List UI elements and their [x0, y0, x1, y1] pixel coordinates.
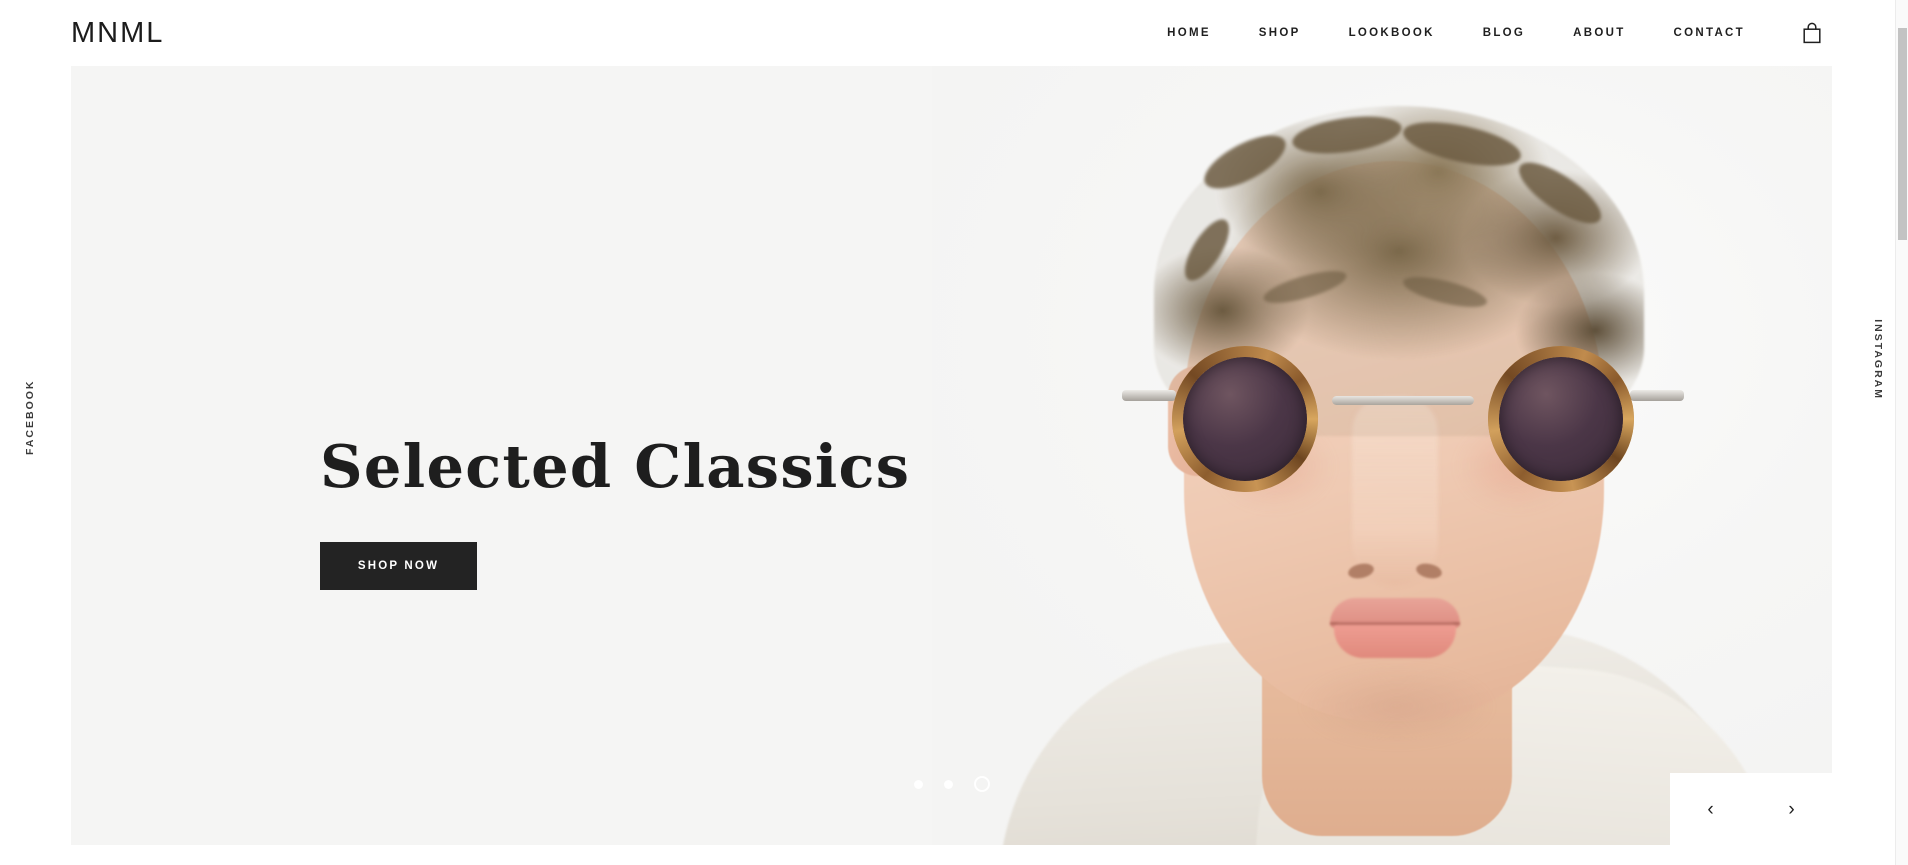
page-root: MNML HOME SHOP LOOKBOOK BLOG ABOUT CONTA…	[0, 0, 1908, 865]
nav-item-contact[interactable]: CONTACT	[1650, 0, 1769, 66]
temple-left	[1122, 390, 1176, 401]
main-navigation: HOME SHOP LOOKBOOK BLOG ABOUT CONTACT	[1143, 0, 1769, 66]
chevron-right-icon: ›	[1788, 798, 1795, 820]
hero-content: Selected Classics SHOP NOW	[320, 432, 911, 590]
chin-shade	[1302, 666, 1492, 746]
shopping-bag-icon	[1802, 22, 1822, 44]
nav-item-lookbook[interactable]: LOOKBOOK	[1325, 0, 1459, 66]
social-link-instagram[interactable]: INSTAGRAM	[1872, 319, 1884, 400]
shop-now-button[interactable]: SHOP NOW	[320, 541, 477, 590]
lens-right	[1488, 346, 1634, 492]
lower-lip	[1334, 622, 1456, 658]
nav-item-about[interactable]: ABOUT	[1549, 0, 1649, 66]
slider-prev-button[interactable]: ‹	[1670, 773, 1751, 845]
nav-item-home[interactable]: HOME	[1143, 0, 1235, 66]
chevron-left-icon: ‹	[1707, 798, 1714, 820]
temple-right	[1630, 390, 1684, 401]
slider-next-button[interactable]: ›	[1751, 773, 1832, 845]
nav-item-shop[interactable]: SHOP	[1235, 0, 1325, 66]
slider-dot-3[interactable]	[973, 776, 990, 792]
slider-arrows: ‹ ›	[1670, 773, 1832, 845]
hero-image	[932, 66, 1832, 845]
slider-dot-1[interactable]	[913, 779, 923, 789]
scrollbar-thumb[interactable]	[1898, 28, 1907, 240]
slider-dot-2[interactable]	[943, 779, 953, 789]
bridge	[1332, 396, 1474, 405]
hero-slider: Selected Classics SHOP NOW ‹ ›	[71, 66, 1832, 845]
nav-item-blog[interactable]: BLOG	[1459, 0, 1549, 66]
hero-title: Selected Classics	[320, 432, 911, 501]
lens-left	[1172, 346, 1318, 492]
site-logo[interactable]: MNML	[71, 14, 164, 52]
site-header: MNML HOME SHOP LOOKBOOK BLOG ABOUT CONTA…	[0, 0, 1895, 66]
sunglasses	[1122, 338, 1684, 492]
lip-line	[1330, 622, 1460, 625]
social-link-facebook[interactable]: FACEBOOK	[24, 379, 36, 455]
cart-button[interactable]	[1797, 18, 1827, 48]
page-scrollbar[interactable]	[1895, 0, 1908, 865]
slider-pagination	[71, 776, 1832, 792]
